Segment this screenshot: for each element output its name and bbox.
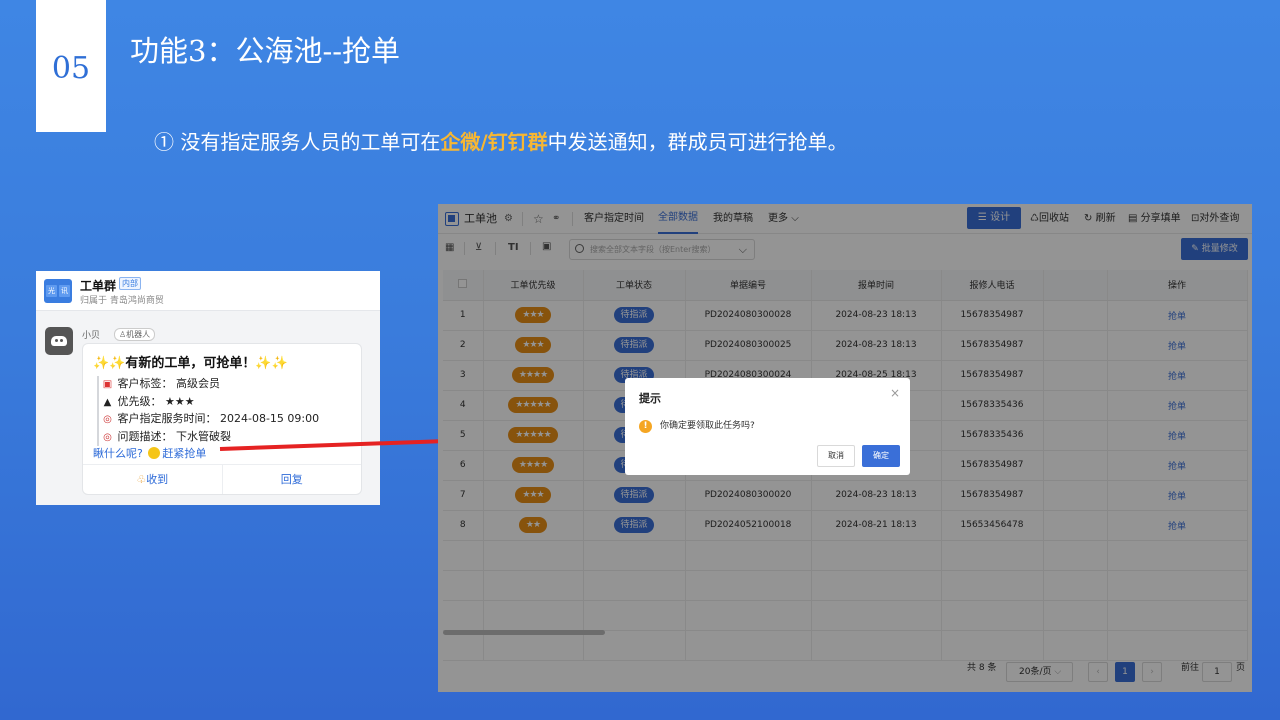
work-order-pool-app: 工单池 ⚙ ☆ ⚭ 客户指定时间 全部数据 我的草稿 更多 ⌵ ☰ 设计 ♺回收… — [438, 204, 1252, 692]
close-icon[interactable]: × — [890, 386, 900, 400]
dialog-message: 你确定要领取此任务吗? — [660, 421, 755, 431]
dialog-title: 提示 — [639, 392, 661, 405]
confirm-button[interactable]: 确定 — [862, 445, 900, 467]
warning-icon: ! — [639, 420, 652, 433]
cancel-button[interactable]: 取消 — [817, 445, 855, 467]
confirm-dialog: 提示 × ! 你确定要领取此任务吗? 取消 确定 — [625, 378, 910, 475]
